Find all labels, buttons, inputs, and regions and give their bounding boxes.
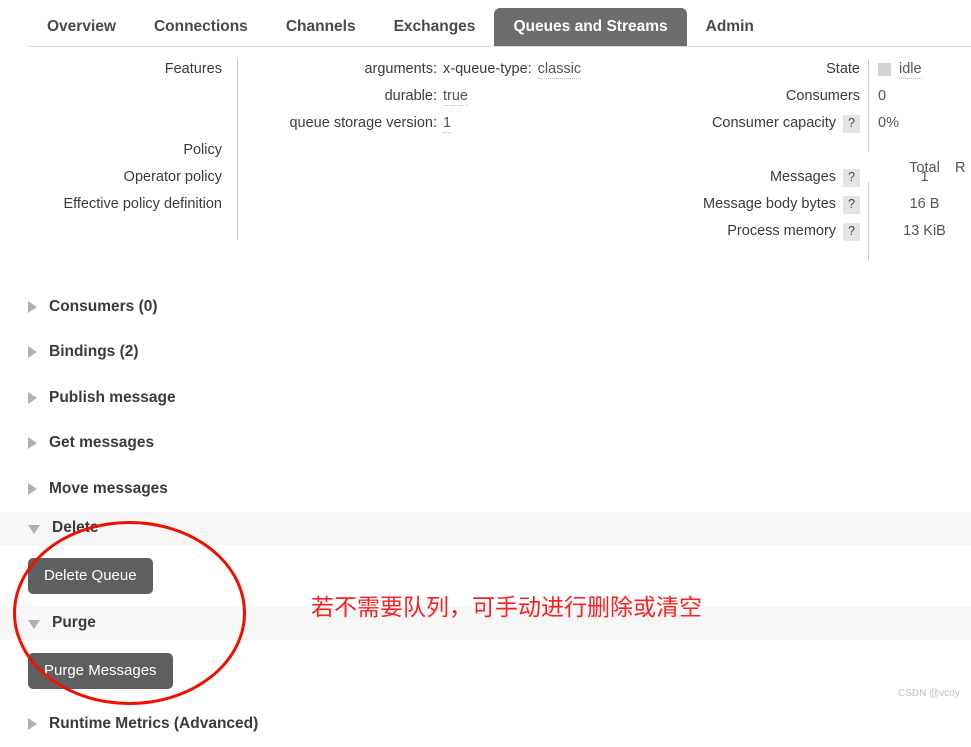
label-messages: Messages ?: [620, 164, 860, 191]
purge-action-area: Purge Messages: [0, 640, 971, 702]
section-move-messages[interactable]: Move messages: [0, 466, 971, 512]
help-icon-process-memory[interactable]: ?: [843, 223, 860, 241]
help-icon-consumer-capacity[interactable]: ?: [843, 115, 860, 133]
section-consumers[interactable]: Consumers (0): [0, 284, 971, 330]
label-process-memory-text: Process memory: [727, 218, 836, 245]
chevron-right-icon: [28, 437, 37, 449]
column-header-ready-truncated: R: [955, 160, 965, 176]
help-icon-message-body-bytes[interactable]: ?: [843, 196, 860, 214]
label-consumer-capacity: Consumer capacity ?: [620, 110, 860, 137]
label-policy: Policy: [0, 137, 222, 164]
label-consumer-capacity-text: Consumer capacity: [712, 110, 836, 137]
label-spacer-1: [0, 83, 222, 110]
row-queue-storage-version: queue storage version: 1: [252, 110, 632, 137]
section-runtime-metrics[interactable]: Runtime Metrics (Advanced): [0, 702, 971, 747]
help-icon-messages[interactable]: ?: [843, 169, 860, 187]
durable-value: true: [443, 87, 468, 106]
delete-queue-button[interactable]: Delete Queue: [28, 558, 153, 594]
label-spacer-2: [0, 110, 222, 137]
section-purge-label: Purge: [52, 614, 96, 632]
tabbar-divider: [28, 46, 971, 47]
features-divider: [237, 58, 238, 240]
value-consumer-capacity: 0%: [878, 110, 971, 137]
queue-storage-version-key: queue storage version:: [252, 110, 437, 137]
arguments-key: arguments:: [252, 56, 437, 83]
features-value-column: arguments: x-queue-type: classic durable…: [252, 56, 632, 137]
chevron-right-icon: [28, 346, 37, 358]
tab-channels[interactable]: Channels: [267, 8, 375, 47]
label-operator-policy: Operator policy: [0, 164, 222, 191]
section-publish-message-label: Publish message: [49, 389, 176, 407]
section-bindings-label: Bindings (2): [49, 343, 139, 361]
chevron-right-icon: [28, 392, 37, 404]
section-bindings[interactable]: Bindings (2): [0, 330, 971, 376]
label-state-text: State: [826, 56, 860, 83]
section-consumers-label: Consumers (0): [49, 298, 158, 316]
value-process-memory-total: 13 KiB: [878, 218, 971, 245]
watermark-label: CSDN @vcoy: [898, 688, 960, 699]
row-durable: durable: true: [252, 83, 632, 110]
label-effective-policy-definition: Effective policy definition: [0, 191, 222, 218]
main-navigation-tabs: Overview Connections Channels Exchanges …: [0, 0, 971, 47]
section-publish-message[interactable]: Publish message: [0, 375, 971, 421]
section-purge[interactable]: Purge: [0, 607, 971, 640]
chevron-down-icon: [28, 620, 40, 629]
row-arguments: arguments: x-queue-type: classic: [252, 56, 632, 83]
queue-sections-accordion: Consumers (0) Bindings (2) Publish messa…: [0, 284, 971, 747]
tab-connections[interactable]: Connections: [135, 8, 267, 47]
section-move-messages-label: Move messages: [49, 480, 168, 498]
tab-overview[interactable]: Overview: [28, 8, 135, 47]
chevron-right-icon: [28, 483, 37, 495]
section-get-messages-label: Get messages: [49, 434, 154, 452]
durable-key: durable:: [252, 83, 437, 110]
label-features: Features: [0, 56, 222, 83]
value-state-text: idle: [899, 61, 922, 79]
arguments-value: classic: [538, 60, 582, 79]
chevron-down-icon: [28, 525, 40, 534]
label-consumers: Consumers: [620, 83, 860, 110]
tab-list: Overview Connections Channels Exchanges …: [28, 7, 773, 47]
stats-divider-top: [868, 60, 869, 152]
tab-admin[interactable]: Admin: [687, 8, 773, 47]
section-delete-label: Delete: [52, 519, 99, 537]
section-delete[interactable]: Delete: [0, 512, 971, 545]
value-message-body-bytes-total: 16 B: [878, 191, 971, 218]
features-label-column: Features Policy Operator policy Effectiv…: [0, 56, 222, 218]
arguments-subkey: x-queue-type:: [443, 56, 532, 83]
chevron-right-icon: [28, 301, 37, 313]
tab-queues-and-streams[interactable]: Queues and Streams: [494, 8, 686, 47]
section-runtime-metrics-label: Runtime Metrics (Advanced): [49, 715, 258, 733]
stats-divider-bottom: [868, 182, 869, 260]
stats-value-column: idle 0 0% 1 16 B 13 KiB: [878, 56, 971, 245]
label-process-memory: Process memory ?: [620, 218, 860, 245]
stats-label-column: State Consumers Consumer capacity ? Mess…: [620, 56, 860, 245]
label-message-body-bytes-text: Message body bytes: [703, 191, 836, 218]
label-consumers-text: Consumers: [786, 83, 860, 110]
chevron-right-icon: [28, 718, 37, 730]
delete-action-area: Delete Queue: [0, 545, 971, 607]
queue-storage-version-value: 1: [443, 114, 451, 133]
value-state: idle: [878, 56, 971, 83]
stats-header-spacer: [620, 137, 860, 164]
section-get-messages[interactable]: Get messages: [0, 421, 971, 467]
state-indicator-icon: [878, 63, 891, 76]
purge-messages-button[interactable]: Purge Messages: [28, 653, 173, 689]
value-consumers: 0: [878, 83, 971, 110]
queue-details-panel: Features Policy Operator policy Effectiv…: [0, 56, 971, 251]
label-message-body-bytes: Message body bytes ?: [620, 191, 860, 218]
label-state: State: [620, 56, 860, 83]
label-messages-text: Messages: [770, 164, 836, 191]
tab-exchanges[interactable]: Exchanges: [375, 8, 495, 47]
